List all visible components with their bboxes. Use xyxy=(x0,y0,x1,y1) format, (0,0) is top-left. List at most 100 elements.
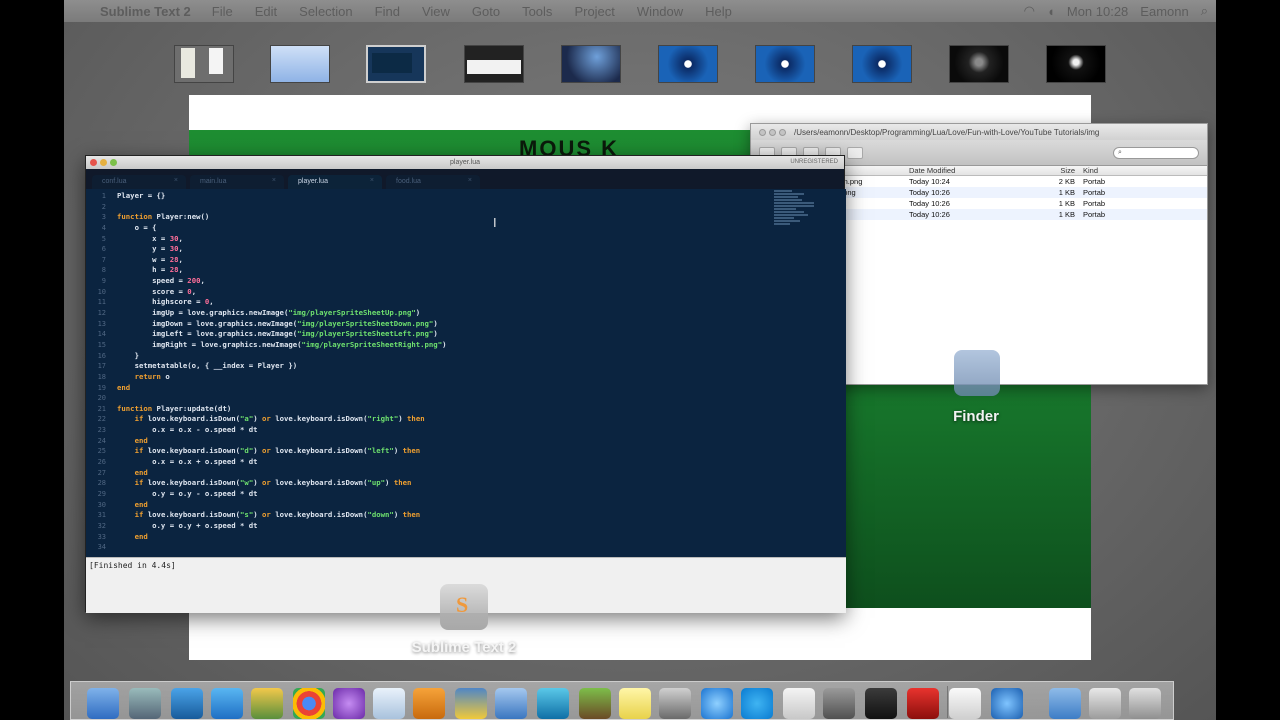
code-line[interactable]: score = 0, xyxy=(117,287,767,298)
code-line[interactable]: end xyxy=(117,383,767,394)
zoom-icon[interactable] xyxy=(110,159,117,166)
code-line[interactable]: speed = 200, xyxy=(117,276,767,287)
code-line[interactable]: function Player:update(dt) xyxy=(117,404,767,415)
python-dock-icon[interactable] xyxy=(455,688,487,719)
chrome-dock-icon[interactable] xyxy=(293,688,325,719)
film-dock-icon[interactable] xyxy=(659,688,691,719)
itunes-dock-icon[interactable] xyxy=(991,688,1023,719)
window-controls[interactable] xyxy=(90,159,117,166)
code-line[interactable]: h = 28, xyxy=(117,265,767,276)
column-date[interactable]: Date Modified xyxy=(909,166,1039,175)
finder-dock-icon[interactable] xyxy=(87,688,119,719)
code-line[interactable]: imgDown = love.graphics.newImage("img/pl… xyxy=(117,319,767,330)
tab-food-lua[interactable]: food.lua × xyxy=(386,175,480,189)
messages-dock-icon[interactable] xyxy=(701,688,733,719)
sublime-dock-icon[interactable] xyxy=(413,688,445,719)
share-button[interactable] xyxy=(847,146,863,159)
code-line[interactable]: o = { xyxy=(117,223,767,234)
menu-view[interactable]: View xyxy=(411,4,461,19)
column-kind[interactable]: Kind xyxy=(1079,166,1207,175)
space-thumbnail[interactable] xyxy=(561,45,621,83)
code-line[interactable]: o.x = o.x + o.speed * dt xyxy=(117,457,767,468)
space-thumbnail-current[interactable] xyxy=(366,45,426,83)
space-thumbnail[interactable] xyxy=(852,45,912,83)
photo-booth-dock-icon[interactable] xyxy=(907,688,939,719)
code-text[interactable]: Player = {} function Player:new() o = { x… xyxy=(117,191,767,553)
code-line[interactable] xyxy=(117,393,767,404)
code-line[interactable]: x = 30, xyxy=(117,234,767,245)
space-thumbnail[interactable] xyxy=(464,45,524,83)
sublime-text-window[interactable]: player.lua UNREGISTERED conf.lua × main.l… xyxy=(85,155,846,613)
applications-folder-dock-icon[interactable] xyxy=(1049,688,1081,719)
code-line[interactable]: setmetatable(o, { __index = Player }) xyxy=(117,361,767,372)
code-line[interactable]: if love.keyboard.isDown("s") or love.key… xyxy=(117,510,767,521)
finder-title-bar[interactable]: /Users/eamonn/Desktop/Programming/Lua/Lo… xyxy=(751,124,1207,140)
window-controls[interactable] xyxy=(759,128,786,136)
menu-selection[interactable]: Selection xyxy=(288,4,363,19)
skype-dock-icon[interactable] xyxy=(741,688,773,719)
notes-dock-icon[interactable] xyxy=(619,688,651,719)
code-line[interactable]: } xyxy=(117,351,767,362)
code-line[interactable]: imgUp = love.graphics.newImage("img/play… xyxy=(117,308,767,319)
menubar-clock[interactable]: Mon 10:28 xyxy=(1067,4,1128,19)
menu-app-name[interactable]: Sublime Text 2 xyxy=(98,4,201,19)
mail-dock-icon[interactable] xyxy=(129,688,161,719)
app-store-dock-icon[interactable] xyxy=(211,688,243,719)
finder-search-input[interactable]: ⌕ xyxy=(1113,146,1199,159)
menu-window[interactable]: Window xyxy=(626,4,694,19)
downloads-dock-icon[interactable] xyxy=(1089,688,1121,719)
tab-main-lua[interactable]: main.lua × xyxy=(190,175,284,189)
textedit-dock-icon[interactable] xyxy=(783,688,815,719)
menu-goto[interactable]: Goto xyxy=(461,4,511,19)
box-dock-icon[interactable] xyxy=(373,688,405,719)
code-line[interactable]: end xyxy=(117,468,767,479)
code-line[interactable]: end xyxy=(117,500,767,511)
close-icon[interactable]: × xyxy=(468,177,472,184)
itunes-alt-dock-icon[interactable] xyxy=(333,688,365,719)
code-line[interactable]: w = 28, xyxy=(117,255,767,266)
photos-dock-icon[interactable] xyxy=(251,688,283,719)
space-thumbnail[interactable] xyxy=(755,45,815,83)
space-thumbnail[interactable] xyxy=(270,45,330,83)
menu-edit[interactable]: Edit xyxy=(244,4,288,19)
close-icon[interactable]: × xyxy=(174,177,178,184)
minimize-icon[interactable] xyxy=(100,159,107,166)
menu-file[interactable]: File xyxy=(201,4,244,19)
code-line[interactable]: y = 30, xyxy=(117,244,767,255)
code-line[interactable]: o.y = o.y - o.speed * dt xyxy=(117,489,767,500)
minecraft-dock-icon[interactable] xyxy=(579,688,611,719)
terminal-dock-icon[interactable] xyxy=(865,688,897,719)
finder-alt-dock-icon[interactable] xyxy=(495,688,527,719)
document-dock-icon[interactable] xyxy=(949,688,981,719)
menubar-user[interactable]: Eamonn xyxy=(1140,4,1188,19)
code-line[interactable]: if love.keyboard.isDown("d") or love.key… xyxy=(117,446,767,457)
finder-icon[interactable] xyxy=(954,350,1000,396)
code-line[interactable]: imgLeft = love.graphics.newImage("img/pl… xyxy=(117,329,767,340)
code-line[interactable]: o.x = o.x - o.speed * dt xyxy=(117,425,767,436)
close-icon[interactable] xyxy=(90,159,97,166)
menu-tools[interactable]: Tools xyxy=(511,4,563,19)
tab-conf-lua[interactable]: conf.lua × xyxy=(92,175,186,189)
code-line[interactable]: return o xyxy=(117,372,767,383)
code-line[interactable]: o.y = o.y + o.speed * dt xyxy=(117,521,767,532)
code-line[interactable]: highscore = 0, xyxy=(117,297,767,308)
menu-project[interactable]: Project xyxy=(563,4,625,19)
code-line[interactable]: function Player:new() xyxy=(117,212,767,223)
volume-icon[interactable]: ◖ xyxy=(1047,4,1055,19)
menu-find[interactable]: Find xyxy=(364,4,411,19)
sublime-title-bar[interactable]: player.lua UNREGISTERED xyxy=(86,156,844,169)
space-thumbnail[interactable] xyxy=(949,45,1009,83)
code-line[interactable]: if love.keyboard.isDown("w") or love.key… xyxy=(117,478,767,489)
wifi-icon[interactable]: ◠ xyxy=(1024,3,1035,19)
code-line[interactable] xyxy=(117,202,767,213)
space-thumbnail[interactable] xyxy=(658,45,718,83)
code-line[interactable]: end xyxy=(117,532,767,543)
code-line[interactable] xyxy=(117,542,767,553)
network-dock-icon[interactable] xyxy=(537,688,569,719)
minimap[interactable] xyxy=(774,189,834,249)
close-icon[interactable]: × xyxy=(370,177,374,184)
code-editor[interactable]: 1 2 3 4 5 6 7 8 9 10 11 12 13 14 15 16 17 18 19 20 21 22 23 24 2… xyxy=(86,189,846,557)
code-line[interactable]: if love.keyboard.isDown("a") or love.key… xyxy=(117,414,767,425)
code-line[interactable]: Player = {} xyxy=(117,191,767,202)
trash-dock-icon[interactable] xyxy=(1129,688,1161,719)
